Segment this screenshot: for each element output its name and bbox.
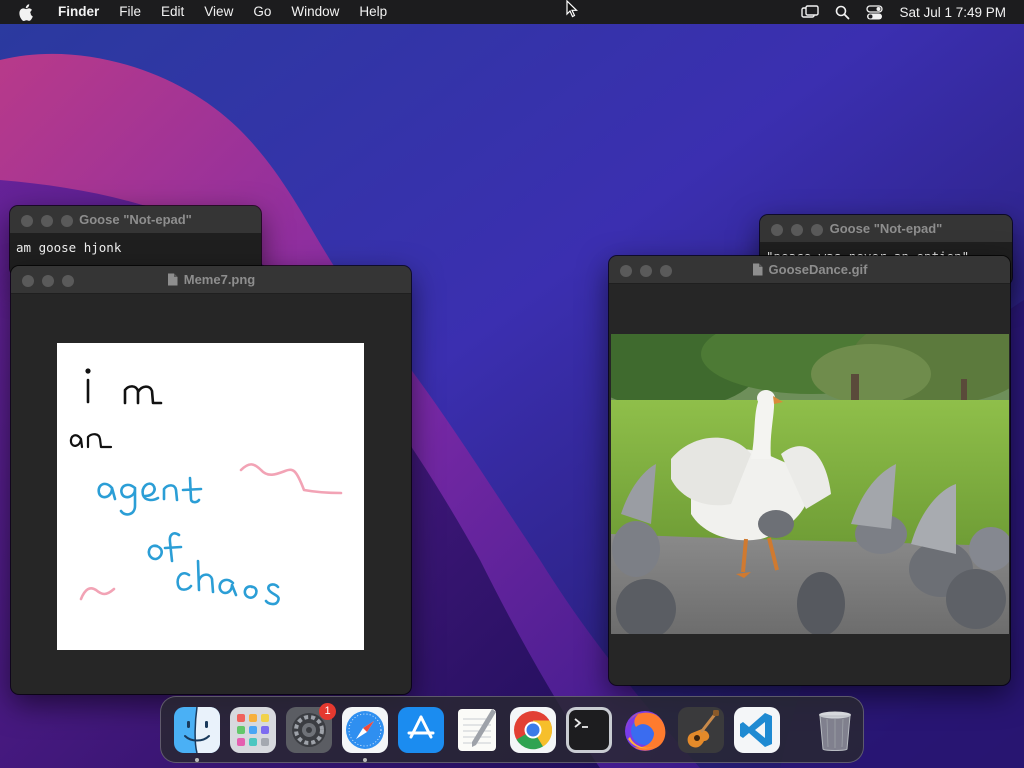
menu-app-finder[interactable]: Finder — [52, 0, 109, 24]
dock-finder[interactable] — [174, 706, 220, 762]
dock-vscode[interactable] — [734, 706, 780, 753]
menu-file[interactable]: File — [109, 0, 151, 24]
menu-bar: Finder File Edit View Go Window Help Sat… — [0, 0, 1024, 24]
minimize-button[interactable] — [42, 275, 54, 287]
note-window-2-titlebar[interactable]: Goose "Not-epad" — [760, 215, 1012, 243]
zoom-button[interactable] — [62, 275, 74, 287]
dock-launchpad[interactable] — [230, 706, 276, 753]
garageband-icon — [678, 706, 724, 753]
finder-icon — [174, 706, 220, 753]
menu-clock[interactable]: Sat Jul 1 7:49 PM — [899, 5, 1006, 20]
dock-terminal[interactable] — [566, 706, 612, 753]
gif-window-titlebar[interactable]: GooseDance.gif — [609, 256, 1010, 284]
zoom-button[interactable] — [811, 224, 823, 236]
dock-firefox[interactable] — [622, 707, 668, 753]
note-window-1-titlebar[interactable]: Goose "Not-epad" — [10, 206, 261, 234]
control-center-icon[interactable] — [866, 4, 884, 20]
chrome-icon — [510, 706, 556, 753]
apple-icon[interactable] — [18, 3, 38, 21]
dock-garageband[interactable] — [678, 706, 724, 753]
close-button[interactable] — [771, 224, 783, 236]
note-window-1-title: Goose "Not-epad" — [79, 212, 192, 227]
zoom-button[interactable] — [660, 265, 672, 277]
image-file-icon — [167, 273, 178, 286]
meme-image — [57, 343, 364, 650]
safari-icon — [342, 706, 388, 753]
minimize-button[interactable] — [41, 215, 53, 227]
minimize-button[interactable] — [791, 224, 803, 236]
note-window-2-title: Goose "Not-epad" — [829, 221, 943, 236]
pink-squiggle-top — [239, 463, 343, 495]
firefox-icon — [625, 710, 666, 751]
zoom-button[interactable] — [61, 215, 73, 227]
terminal-icon — [566, 706, 612, 753]
screen-mirroring-icon[interactable] — [801, 5, 820, 19]
close-button[interactable] — [21, 215, 33, 227]
trash-icon — [819, 711, 851, 751]
minimize-button[interactable] — [640, 265, 652, 277]
meme-window-title: Meme7.png — [183, 272, 256, 287]
dock-chrome[interactable] — [510, 706, 556, 753]
dock: 1 — [160, 696, 864, 763]
handwriting-an — [69, 433, 113, 449]
notification-badge: 1 — [319, 702, 336, 720]
menu-go[interactable]: Go — [243, 0, 281, 24]
menu-edit[interactable]: Edit — [151, 0, 194, 24]
launchpad-icon — [230, 706, 276, 753]
goose-dance-gif — [611, 334, 1009, 634]
handwriting-agent — [97, 476, 203, 516]
image-file-icon — [752, 263, 763, 276]
menu-view[interactable]: View — [194, 0, 243, 24]
running-indicator — [195, 757, 199, 762]
meme-preview-window[interactable]: Meme7.png — [11, 266, 411, 694]
gif-preview-window[interactable]: GooseDance.gif — [609, 256, 1010, 685]
textedit-icon — [458, 708, 496, 751]
dock-safari[interactable] — [342, 706, 388, 762]
handwriting-i-m — [85, 368, 163, 405]
close-button[interactable] — [620, 265, 632, 277]
dock-system-settings[interactable]: 1 — [286, 702, 336, 753]
menu-help[interactable]: Help — [349, 0, 397, 24]
menu-window[interactable]: Window — [281, 0, 349, 24]
search-icon[interactable] — [835, 5, 850, 20]
handwriting-chaos — [176, 559, 280, 606]
app-store-icon — [398, 706, 444, 753]
meme-window-titlebar[interactable]: Meme7.png — [11, 266, 411, 294]
running-indicator — [363, 757, 367, 762]
pink-squiggle-left — [79, 587, 116, 601]
close-button[interactable] — [22, 275, 34, 287]
gif-window-title: GooseDance.gif — [768, 262, 868, 277]
vscode-icon — [734, 706, 780, 753]
mouse-cursor-icon — [566, 0, 578, 18]
handwriting-of — [147, 532, 183, 563]
dock-textedit[interactable] — [454, 707, 500, 753]
dock-trash[interactable] — [812, 707, 858, 753]
dock-app-store[interactable] — [398, 706, 444, 753]
